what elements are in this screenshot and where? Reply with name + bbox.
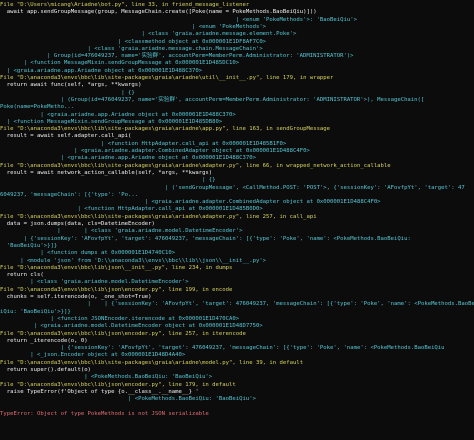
terminal-line: | <classmethod object at 0x000001E1DF8AF…	[0, 38, 267, 45]
terminal-line: Poke(name=PokeMetho...	[0, 104, 75, 111]
terminal-line: | <graia.ariadne.app.Ariadne object at 0…	[0, 111, 236, 118]
terminal-line: File "D:\anaconda3\envs\bbc\lib\site-pac…	[0, 126, 331, 133]
terminal-line: | | {'sessionKey': 'AFovfpYt', 'target':…	[0, 301, 474, 308]
terminal-line: | <graia.ariadne.app.Ariadne object at 0…	[0, 155, 256, 162]
terminal-line: | <class 'graia.ariadne.model.DatetimeEn…	[0, 279, 189, 286]
terminal-line: File "D:\anaconda3\envs\bbc\lib\json\enc…	[0, 286, 233, 293]
terminal-line: | <function dumps at 0x000001E1D4740C10>	[0, 250, 176, 257]
terminal-line: return await func(self, *args, **kwargs)	[0, 82, 142, 89]
terminal-line: | <enum 'PokeMethods'>: 'BaoBeiQiu'>	[0, 16, 357, 23]
terminal-line: File "D:\anaconda3\envs\bbc\lib\json\enc…	[0, 381, 236, 388]
terminal-line: iQiu: 'BaoBeiQiu'>}]}	[0, 308, 71, 315]
terminal-line: | <enum 'PokeMethods'>	[0, 23, 267, 30]
terminal-line: result = await network_action_callable(s…	[0, 169, 213, 176]
terminal-line: File "D:\anaconda3\envs\bbc\lib\site-pac…	[0, 75, 334, 81]
terminal-line: | <_json.Encoder object at 0x000001E1D48…	[0, 352, 186, 359]
terminal-line: | <class 'graia.ariadne.message.element.…	[0, 31, 297, 38]
terminal-line: File "D:\anaconda3\envs\bbc\lib\site-pac…	[0, 162, 391, 169]
terminal-line: | <module 'json' from 'D:\\anaconda3\\en…	[0, 257, 267, 264]
terminal-line: raise TypeError(f'Object of type {o.__cl…	[0, 388, 199, 395]
terminal-line: | {'sessionKey': 'AFovfpYt', 'target': 4…	[0, 345, 445, 352]
terminal-line: 'BaoBeiQiu'>}]}	[0, 242, 58, 249]
terminal-line: File "D:\anaconda3\envs\bbc\lib\site-pac…	[0, 213, 317, 220]
terminal-line: | Group(id=476049237, name='实验群', accoun…	[0, 53, 354, 60]
terminal-line: | <class 'graia.ariadne.message.chain.Me…	[0, 45, 263, 52]
terminal-line: | ('sendGroupMessage', <CallMethod.POST:…	[0, 184, 465, 191]
terminal-line: TypeError: Object of type PokeMethods is…	[0, 410, 209, 417]
terminal-line: | {'sessionKey': 'AFovfpYt', 'target': 4…	[0, 235, 411, 242]
terminal-line: return _iterencode(o, 0)	[0, 337, 88, 344]
terminal-line: await app.sendGroupMessage(group, Messag…	[0, 9, 317, 16]
terminal-line: | <function HttpAdapter.call_api at 0x00…	[0, 206, 263, 213]
terminal-line: | <graia.ariadne.adapter.CombinedAdapter…	[0, 199, 381, 206]
terminal-line: File "D:\Users\micang\Ariadne\bot.py", l…	[0, 2, 250, 8]
terminal-line: File "D:\anaconda3\envs\bbc\lib\site-pac…	[0, 359, 304, 366]
terminal-line: | <graia.ariadne.model.DatetimeEncoder o…	[0, 323, 263, 330]
terminal-line: | <function HttpAdapter.call_api at 0x00…	[0, 140, 287, 147]
terminal-line: File "D:\anaconda3\envs\bbc\lib\json\enc…	[0, 330, 246, 337]
terminal-line: | <graia.ariadne.app.Ariadne object at 0…	[0, 67, 203, 74]
terminal-line: | <function MessageMixin.sendGroupMessag…	[0, 118, 223, 125]
terminal-line: | <PokeMethods.BaoBeiQiu: 'BaoBeiQiu'>	[0, 374, 213, 381]
terminal-line: | {}	[0, 89, 135, 96]
terminal-line: 6049237, 'messageChain': [{'type': 'Po..…	[0, 191, 139, 198]
terminal-line: chunks = self.iterencode(o, _one_shot=Tr…	[0, 294, 152, 300]
terminal-output[interactable]: File "D:\Users\micang\Ariadne\bot.py", l…	[0, 0, 474, 440]
terminal-line: return super().default(o)	[0, 367, 91, 373]
terminal-line: | {}	[0, 177, 216, 184]
terminal-line: | <function MessageMixin.sendGroupMessag…	[0, 60, 240, 67]
terminal-line: data = json.dumps(data, cls=DatetimeEnco…	[0, 221, 155, 227]
terminal-line: return cls(	[0, 272, 44, 279]
terminal-line: | <PokeMethods.BaoBeiQiu: 'BaoBeiQiu'>	[0, 396, 256, 403]
terminal-line: result = await self.adapter.call_api(	[0, 133, 132, 140]
terminal-line: | (Group(id=476049237, name='实验群', accou…	[0, 96, 425, 103]
terminal-line: File "D:\anaconda3\envs\bbc\lib\json\__i…	[0, 264, 233, 271]
terminal-line: | <graia.ariadne.adapter.CombinedAdapter…	[0, 148, 310, 154]
terminal-line: | | <class 'graia.ariadne.model.Datetime…	[0, 228, 243, 235]
terminal-line: | <function JSONEncoder.iterencode at 0x…	[0, 315, 240, 322]
